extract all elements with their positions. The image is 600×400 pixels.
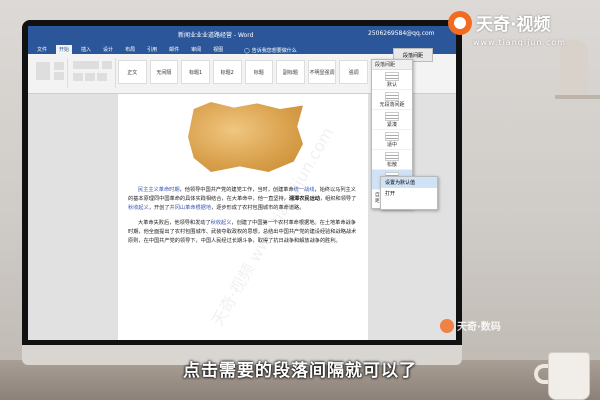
spacing-thumb-icon: [385, 71, 399, 81]
parchment-image: [188, 102, 303, 172]
style-heading2[interactable]: 标题2: [212, 60, 242, 84]
spacing-option-compact[interactable]: 紧凑: [372, 110, 412, 130]
style-title[interactable]: 标题: [244, 60, 274, 84]
style-subtle-emphasis[interactable]: 不明显强调: [307, 60, 337, 84]
spacing-option-label: 松散: [386, 161, 397, 168]
brand-watermark-bottom: 天奇·数码: [440, 318, 501, 333]
text-span: 大革命失败后，他领导和发动了: [138, 220, 211, 226]
submenu-open[interactable]: 打开: [381, 188, 437, 199]
tell-me-box[interactable]: ◯ 告诉我您想要做什么: [244, 47, 297, 55]
tab-mailings[interactable]: 邮件: [166, 45, 182, 54]
spacing-option-label: 无段落间距: [379, 101, 405, 108]
paragraph-2: 大革命失败后，他领导和发动了秋收起义，创建了中国第一个农村革命根据地。在土地革命…: [128, 219, 358, 246]
font-size-select[interactable]: [102, 61, 112, 69]
text-span: 湘潭农民运动: [288, 196, 320, 202]
spacing-option-none[interactable]: 无段落间距: [372, 90, 412, 110]
text-link[interactable]: 井冈山革命根据地: [170, 205, 212, 211]
wall-shelf: [555, 95, 600, 99]
monitor: 新闻业业业道路经营 - Word 2506269584@qq.com 文件 开始…: [22, 20, 462, 360]
font-select[interactable]: [73, 61, 99, 69]
brand-header: 天奇·视频: [448, 10, 550, 35]
spacing-thumb-icon: [385, 151, 399, 161]
tab-view[interactable]: 视图: [210, 45, 226, 54]
spacing-option-default[interactable]: 默认: [372, 70, 412, 90]
document-page[interactable]: 天奇·视频 www.tianqijun.com 民主主义革命时期，他领导中国共产…: [118, 94, 368, 340]
tab-insert[interactable]: 插入: [78, 45, 94, 54]
tell-me-text: 告诉我您想要做什么: [251, 48, 297, 54]
tab-review[interactable]: 审阅: [188, 45, 204, 54]
tab-references[interactable]: 引用: [144, 45, 160, 54]
spacing-thumb-icon: [385, 111, 399, 121]
style-emphasis[interactable]: 强调: [339, 60, 368, 84]
submenu-set-default[interactable]: 设置为默认值: [381, 177, 437, 188]
document-text: 民主主义革命时期，他领导中国共产党的建党工作，当时，创建革命统一战线，始终以马列…: [128, 186, 358, 252]
paragraph-1: 民主主义革命时期，他领导中国共产党的建党工作，当时，创建革命统一战线，始终以马列…: [128, 186, 358, 213]
spacing-thumb-icon: [385, 91, 399, 101]
text-link[interactable]: 统一战线: [294, 187, 315, 193]
copy-icon[interactable]: [54, 72, 64, 80]
underline-icon[interactable]: [97, 73, 107, 81]
brand2-logo-icon: [440, 318, 454, 333]
style-normal[interactable]: 正文: [118, 60, 147, 84]
vase: [560, 40, 588, 95]
bold-icon[interactable]: [73, 73, 83, 81]
menu-header: 段落间距: [372, 60, 412, 70]
brand-logo-icon: [448, 10, 472, 35]
window-title: 新闻业业业道路经营 - Word: [178, 32, 254, 39]
cut-icon[interactable]: [54, 62, 64, 70]
spacing-thumb-icon: [385, 131, 399, 141]
style-gallery: 正文 无间隔 标题1 标题2 标题 副标题 不明显强调 强调: [118, 60, 368, 84]
spacing-option-label: 默认: [386, 81, 397, 88]
video-subtitle: 点击需要的段落间隔就可以了: [183, 361, 417, 381]
titlebar: 新闻业业业道路经营 - Word 2506269584@qq.com: [28, 26, 456, 42]
text-span: ，组织和领导了: [319, 196, 357, 202]
italic-icon[interactable]: [85, 73, 95, 81]
lightbulb-icon: ◯: [244, 47, 250, 54]
account-label[interactable]: 2506269584@qq.com: [368, 30, 435, 37]
text-link[interactable]: 秋收起义: [211, 220, 232, 226]
spacing-option-moderate[interactable]: 适中: [372, 130, 412, 150]
paste-icon[interactable]: [36, 62, 50, 80]
style-subtitle[interactable]: 副标题: [276, 60, 305, 84]
style-no-spacing[interactable]: 无间隔: [149, 60, 179, 84]
style-submenu: 设置为默认值 打开: [380, 176, 438, 210]
spacing-option-label: 紧凑: [386, 121, 397, 128]
text-link[interactable]: 秋收起义: [128, 205, 149, 211]
text-span: ，开创了: [148, 205, 170, 211]
text-link[interactable]: 民主主义革命时期: [138, 187, 180, 193]
clipboard-group: [32, 58, 68, 88]
brand-name: 天奇·视频: [476, 15, 551, 35]
font-group: [70, 58, 116, 88]
tab-layout[interactable]: 布局: [122, 45, 138, 54]
tab-home[interactable]: 开始: [56, 45, 73, 54]
text-span: ，逐步形成了农村包围城市的革命道路。: [211, 205, 305, 211]
ribbon-tabs: 文件 开始 插入 设计 布局 引用 邮件 审阅 视图 ◯ 告诉我您想要做什么: [28, 42, 456, 54]
style-heading1[interactable]: 标题1: [181, 60, 210, 84]
spacing-option-label: 适中: [386, 141, 397, 148]
tab-design[interactable]: 设计: [100, 45, 116, 54]
brand2-name: 天奇·数码: [457, 322, 501, 333]
tab-file[interactable]: 文件: [34, 45, 50, 54]
text-span: ，他领导中国共产党的建党工作，当时，创建革命: [179, 187, 294, 193]
spacing-option-loose[interactable]: 松散: [372, 150, 412, 170]
brand-url: www.tianqijun.com: [473, 38, 567, 47]
screen: 新闻业业业道路经营 - Word 2506269584@qq.com 文件 开始…: [28, 26, 456, 340]
